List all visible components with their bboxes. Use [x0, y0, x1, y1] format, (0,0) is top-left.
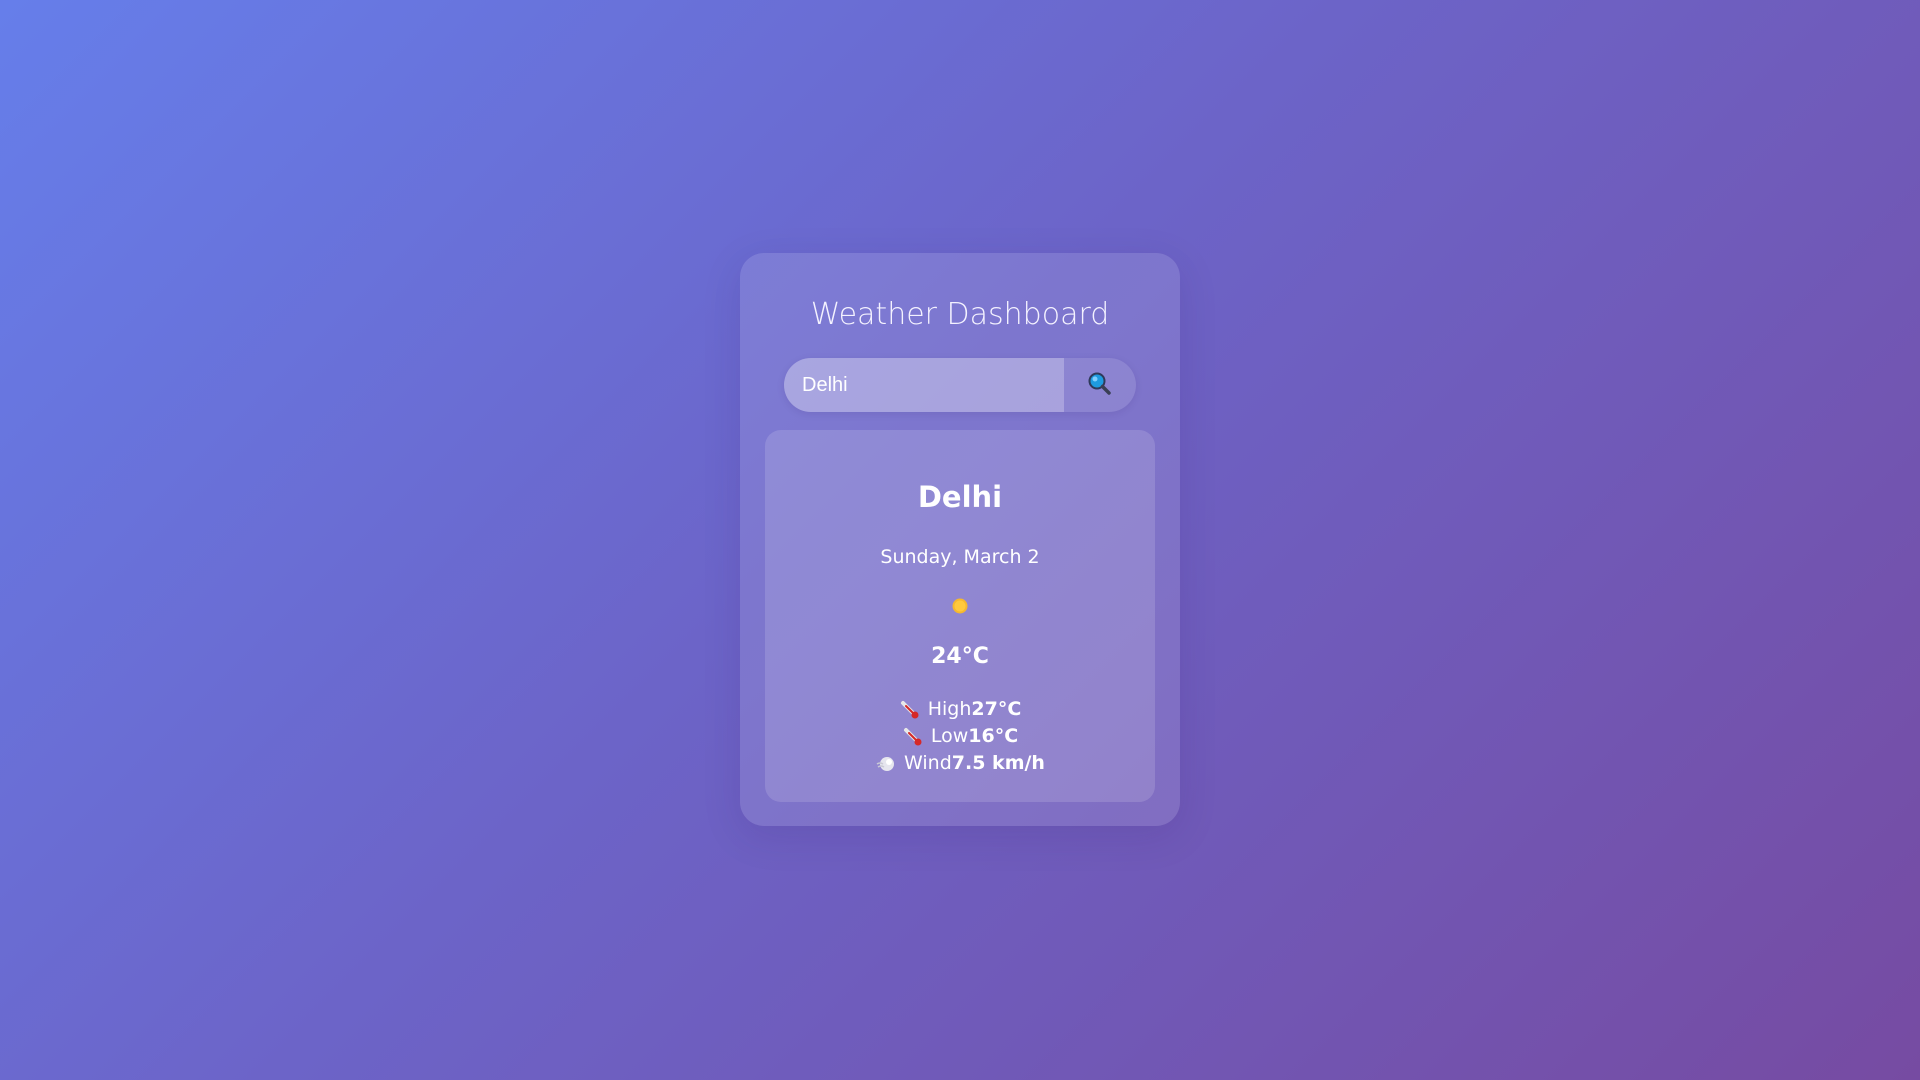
detail-wind: Wind 7.5 km/h [765, 750, 1155, 777]
weather-dashboard-card: Weather Dashboard Delhi Sunday, March 2 … [740, 253, 1180, 826]
city-name: Delhi [917, 480, 1003, 514]
thermometer-icon [902, 726, 924, 748]
detail-value: 7.5 km/h [951, 752, 1045, 774]
thermometer-icon [899, 699, 921, 721]
app-title: Weather Dashboard [810, 297, 1110, 332]
current-temperature: 24°C [931, 644, 989, 669]
weather-result-panel: Delhi Sunday, March 2 24°C High 27°C Low… [765, 430, 1155, 802]
detail-label: Wind [904, 752, 952, 774]
detail-value: 16°C [968, 725, 1019, 747]
city-search-input[interactable] [784, 358, 1064, 412]
detail-value: 27°C [971, 698, 1022, 720]
search-button[interactable] [1064, 358, 1136, 412]
detail-label: High [927, 698, 972, 720]
wind-icon [875, 753, 897, 775]
search-bar [784, 358, 1136, 412]
current-date: Sunday, March 2 [880, 546, 1040, 568]
search-icon [1087, 371, 1113, 400]
detail-high: High 27°C [765, 696, 1155, 723]
detail-low: Low 16°C [765, 723, 1155, 750]
detail-label: Low [930, 725, 969, 747]
weather-details: High 27°C Low 16°C Wind 7.5 km/h [765, 696, 1155, 777]
sun-icon [951, 597, 969, 615]
